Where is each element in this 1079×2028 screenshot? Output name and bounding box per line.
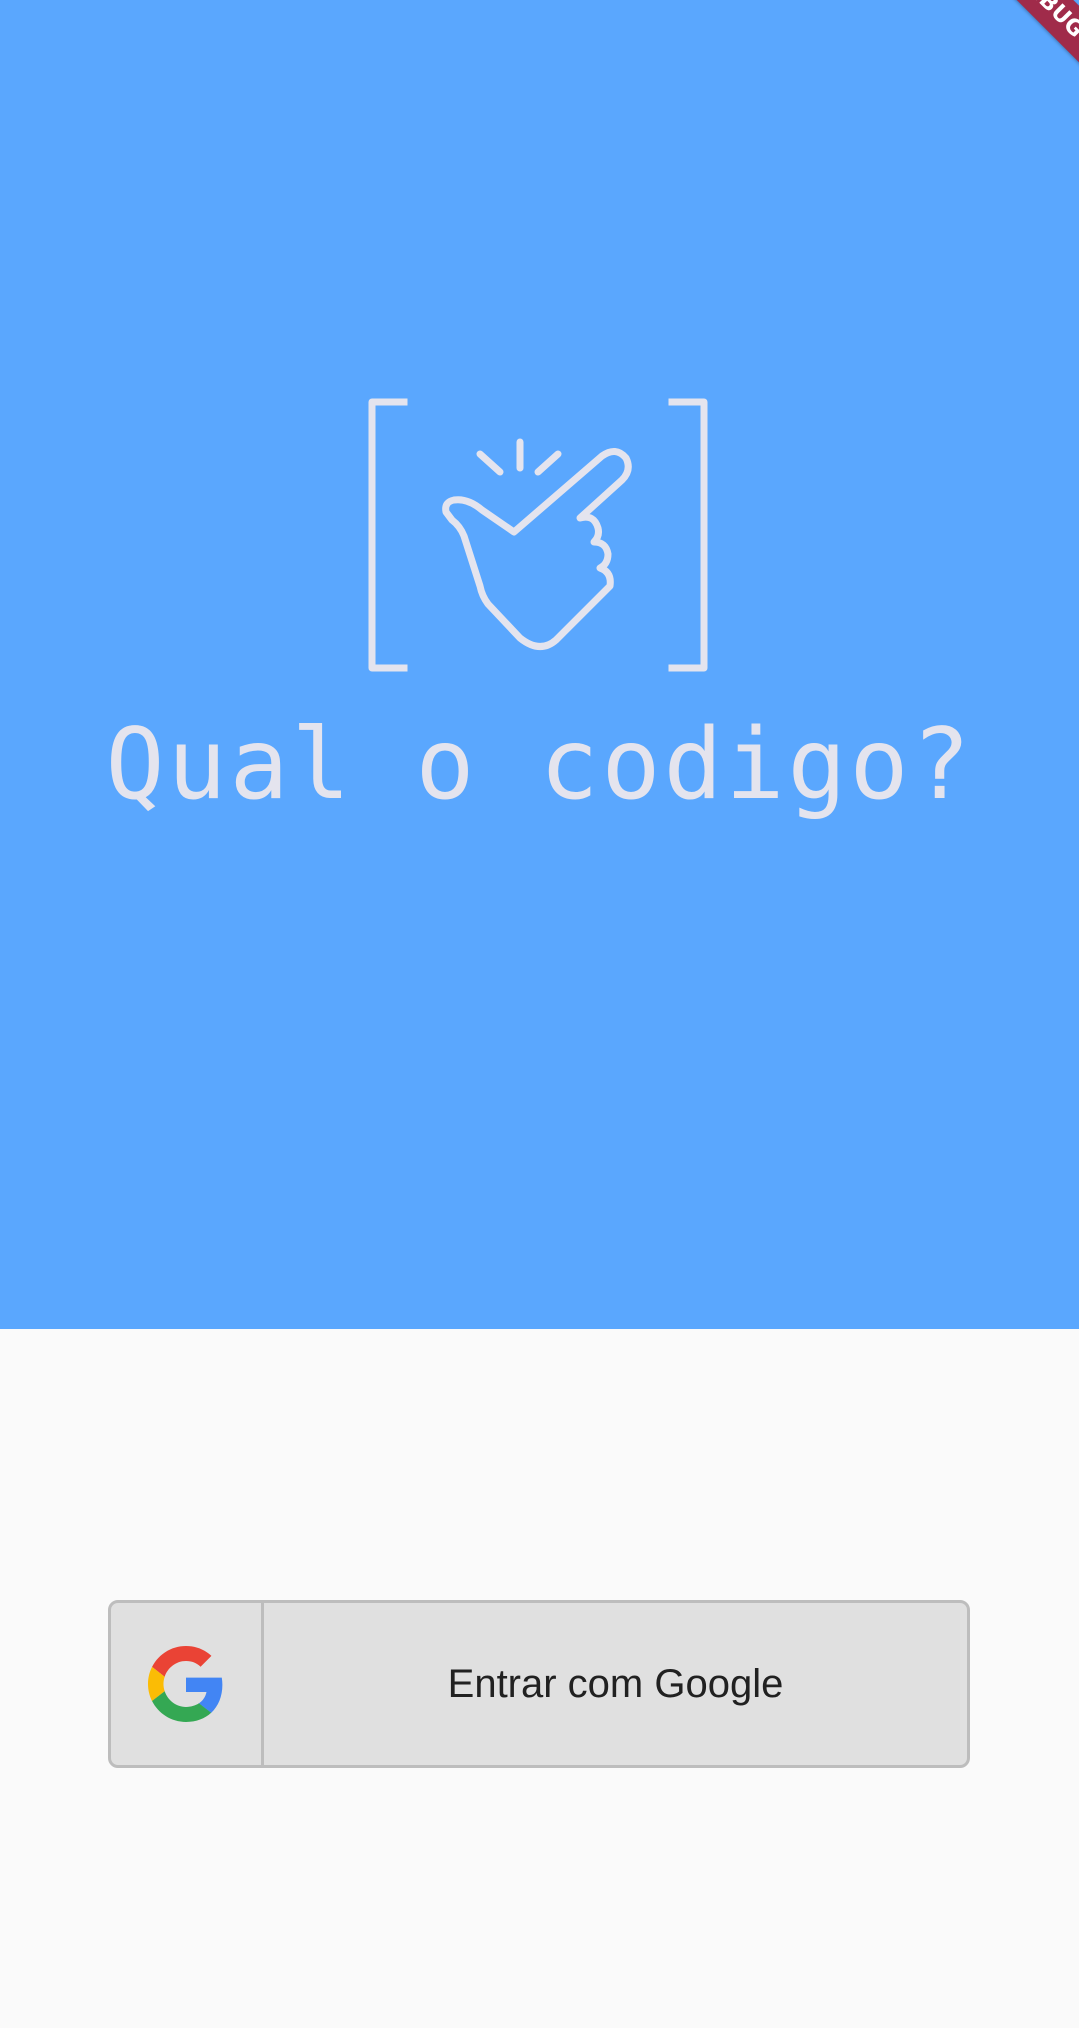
- google-signin-button[interactable]: Entrar com Google: [108, 1600, 970, 1768]
- app-logo: [360, 398, 716, 673]
- tapping-hand-icon: [368, 398, 708, 672]
- google-g-icon: [148, 1646, 223, 1722]
- hero-section: Qual o codigo?: [0, 0, 1079, 1329]
- signin-button-label: Entrar com Google: [447, 1661, 784, 1706]
- page-title: Qual o codigo?: [105, 708, 974, 822]
- google-logo-container: [111, 1603, 264, 1765]
